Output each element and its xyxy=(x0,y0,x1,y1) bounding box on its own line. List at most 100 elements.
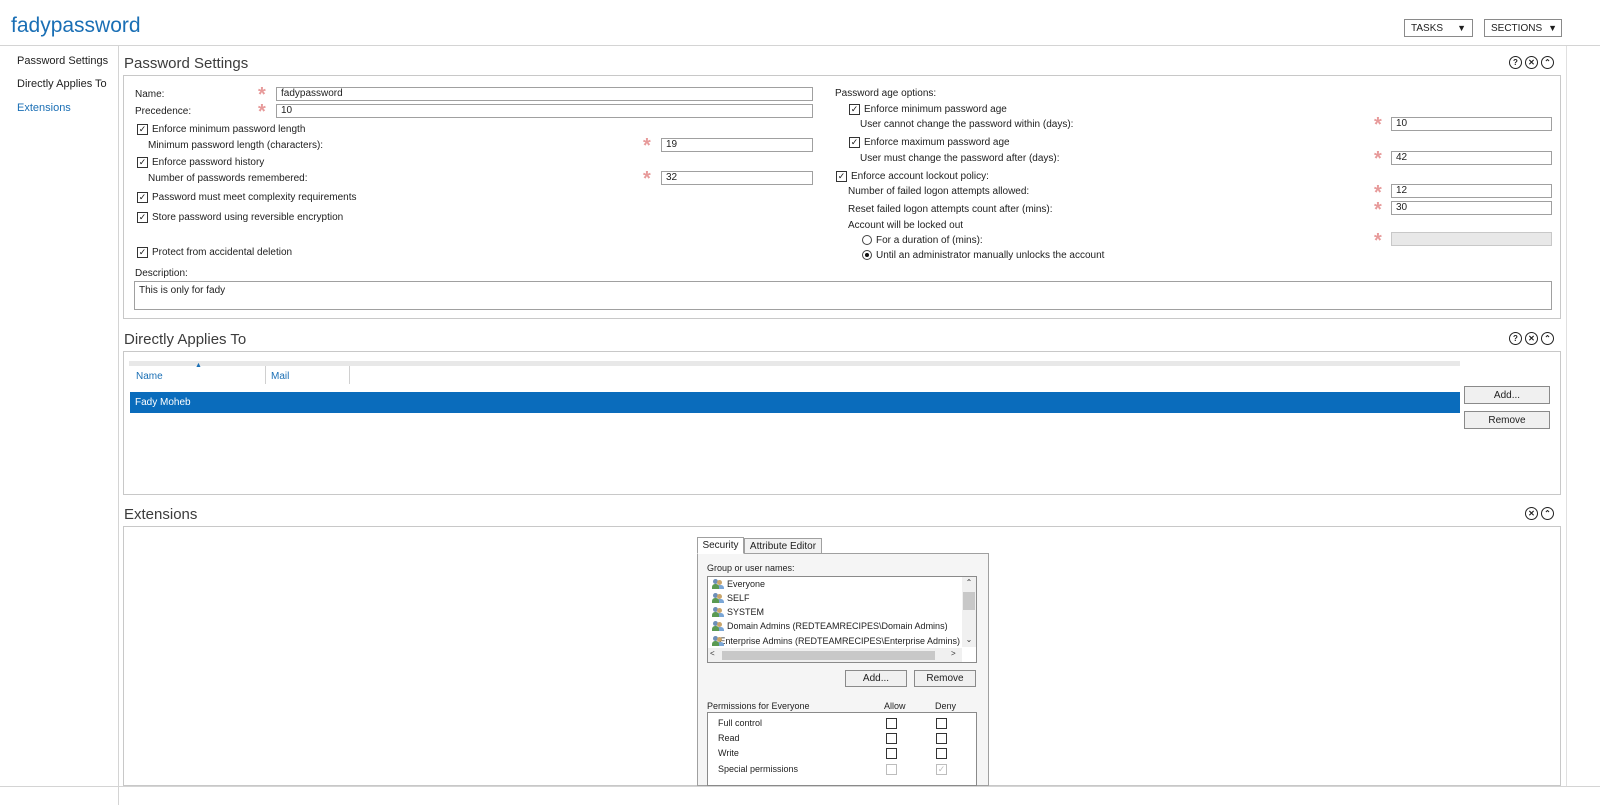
duration-field xyxy=(1391,232,1552,246)
failed-attempts-label: Number of failed logon attempts allowed: xyxy=(848,186,1030,197)
dropdown-arrow-icon: ▼ xyxy=(1457,23,1466,33)
chevron-up-icon[interactable]: ⌃ xyxy=(1541,507,1554,520)
column-header-name[interactable]: Name xyxy=(136,371,163,382)
list-item[interactable]: SELF xyxy=(712,593,750,603)
history-field[interactable]: 32 xyxy=(661,171,813,185)
list-item[interactable]: SYSTEM xyxy=(712,607,764,617)
required-star: * xyxy=(643,168,651,190)
precedence-label: Precedence: xyxy=(135,106,192,117)
chevron-down-icon[interactable]: ⌄ xyxy=(963,635,975,644)
protect-deletion-label: Protect from accidental deletion xyxy=(152,247,293,258)
complexity-checkbox[interactable]: ✓ xyxy=(137,192,148,203)
add-principal-button[interactable]: Add... xyxy=(845,670,907,687)
required-star: * xyxy=(258,101,266,123)
duration-radio[interactable] xyxy=(862,235,872,245)
reset-count-field[interactable]: 30 xyxy=(1391,201,1552,215)
locked-out-label: Account will be locked out xyxy=(848,220,964,231)
remove-principal-button[interactable]: Remove xyxy=(914,670,976,687)
chevron-left-icon[interactable]: < xyxy=(710,649,715,658)
close-icon[interactable]: ✕ xyxy=(1525,332,1538,345)
allow-checkbox[interactable] xyxy=(886,733,897,744)
sidebar-item-password-settings[interactable]: Password Settings xyxy=(17,55,108,67)
group-names-label: Group or user names: xyxy=(707,563,795,573)
precedence-field[interactable]: 10 xyxy=(276,104,813,118)
column-header-mail[interactable]: Mail xyxy=(271,371,289,382)
min-age-field[interactable]: 10 xyxy=(1391,117,1552,131)
deny-checkbox[interactable] xyxy=(936,733,947,744)
column-divider xyxy=(265,366,266,384)
user-group-icon xyxy=(712,579,724,589)
user-group-icon xyxy=(712,621,724,631)
chevron-up-icon[interactable]: ⌃ xyxy=(1541,332,1554,345)
reversible-encryption-label: Store password using reversible encrypti… xyxy=(152,212,344,223)
age-options-label: Password age options: xyxy=(835,88,937,99)
enforce-min-age-checkbox[interactable]: ✓ xyxy=(849,104,860,115)
protect-deletion-checkbox[interactable]: ✓ xyxy=(137,247,148,258)
admin-unlock-label: Until an administrator manually unlocks … xyxy=(876,250,1105,261)
sidebar-item-directly-applies-to[interactable]: Directly Applies To xyxy=(17,78,107,90)
row-name: Fady Moheb xyxy=(135,397,191,408)
lockout-policy-checkbox[interactable]: ✓ xyxy=(836,171,847,182)
min-age-label: User cannot change the password within (… xyxy=(860,119,1074,130)
scrollbar-thumb[interactable] xyxy=(722,651,935,660)
enforce-min-age-label: Enforce minimum password age xyxy=(864,104,1007,115)
failed-attempts-field[interactable]: 12 xyxy=(1391,184,1552,198)
column-divider xyxy=(349,366,350,384)
enforce-min-length-label: Enforce minimum password length xyxy=(152,124,306,135)
allow-header: Allow xyxy=(884,701,906,711)
question-icon[interactable]: ? xyxy=(1509,56,1522,69)
name-field[interactable]: fadypassword xyxy=(276,87,813,101)
dropdown-arrow-icon: ▼ xyxy=(1548,23,1558,33)
tab-security[interactable]: Security xyxy=(697,537,744,554)
min-length-field[interactable]: 19 xyxy=(661,138,813,152)
sections-button[interactable]: SECTIONS ▼ xyxy=(1484,19,1562,37)
sidebar-item-extensions[interactable]: Extensions xyxy=(17,102,71,114)
deny-checkbox[interactable] xyxy=(936,748,947,759)
deny-checkbox[interactable] xyxy=(936,718,947,729)
list-item[interactable]: Enterprise Admins (REDTEAMRECIPES\Enterp… xyxy=(712,636,960,646)
duration-label: For a duration of (mins): xyxy=(876,235,983,246)
list-item[interactable]: Domain Admins (REDTEAMRECIPES\Domain Adm… xyxy=(712,621,948,631)
user-group-icon xyxy=(712,607,724,617)
required-star: * xyxy=(1374,114,1382,136)
max-age-field[interactable]: 42 xyxy=(1391,151,1552,165)
allow-checkbox[interactable] xyxy=(886,748,897,759)
chevron-right-icon[interactable]: > xyxy=(951,649,956,658)
close-icon[interactable]: ✕ xyxy=(1525,56,1538,69)
required-star: * xyxy=(1374,199,1382,221)
principal-name: Domain Admins (REDTEAMRECIPES\Domain Adm… xyxy=(727,621,948,631)
required-star: * xyxy=(258,84,266,106)
page-scroll-edge xyxy=(1566,46,1567,786)
name-label: Name: xyxy=(135,89,165,100)
permission-name: Special permissions xyxy=(718,764,799,774)
list-item[interactable]: Everyone xyxy=(712,579,765,589)
add-applies-to-button[interactable]: Add... xyxy=(1464,386,1550,404)
permission-name: Read xyxy=(718,733,740,743)
enforce-min-length-checkbox[interactable]: ✓ xyxy=(137,124,148,135)
question-icon[interactable]: ? xyxy=(1509,332,1522,345)
permission-name: Write xyxy=(718,748,739,758)
reversible-encryption-checkbox[interactable]: ✓ xyxy=(137,212,148,223)
tasks-button[interactable]: TASKS ▼ xyxy=(1404,19,1473,37)
admin-unlock-radio[interactable] xyxy=(862,250,872,260)
description-field[interactable]: This is only for fady xyxy=(134,281,1552,310)
lockout-policy-label: Enforce account lockout policy: xyxy=(851,171,989,182)
required-star: * xyxy=(1374,230,1382,252)
close-icon[interactable]: ✕ xyxy=(1525,507,1538,520)
remove-applies-to-button[interactable]: Remove xyxy=(1464,411,1550,429)
tab-attribute-editor[interactable]: Attribute Editor xyxy=(744,538,822,554)
required-star: * xyxy=(1374,182,1382,204)
scrollbar-thumb[interactable] xyxy=(963,592,975,610)
table-row[interactable]: Fady Moheb xyxy=(130,392,1460,413)
sort-ascending-icon: ▲ xyxy=(195,362,202,369)
enforce-max-age-checkbox[interactable]: ✓ xyxy=(849,137,860,148)
required-star: * xyxy=(643,135,651,157)
allow-checkbox[interactable] xyxy=(886,718,897,729)
tasks-label: TASKS xyxy=(1411,22,1444,34)
chevron-up-icon[interactable]: ⌃ xyxy=(963,578,975,587)
bottom-divider xyxy=(0,786,1600,787)
chevron-up-icon[interactable]: ⌃ xyxy=(1541,56,1554,69)
enforce-history-checkbox[interactable]: ✓ xyxy=(137,157,148,168)
allow-checkbox xyxy=(886,764,897,775)
section-title-password-settings: Password Settings xyxy=(124,55,249,72)
